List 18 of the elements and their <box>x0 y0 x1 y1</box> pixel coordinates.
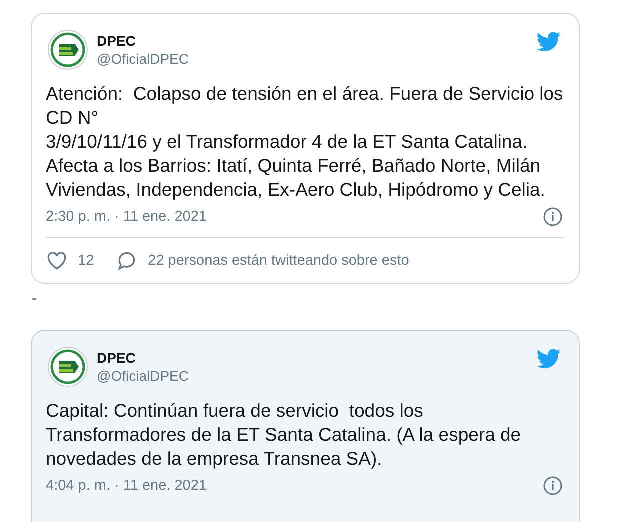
account-name[interactable]: DPEC <box>97 33 528 49</box>
account-name[interactable]: DPEC <box>97 350 528 366</box>
info-icon[interactable] <box>543 207 563 227</box>
tweet-text: Atención: Colapso de tensión en el área. Fuera de Servicio los CD N° 3/9/10/11/16 y el Transformador 4 de la ET Santa Catalina. Afecta a los Barrios: Itatí, Quinta Ferré, Bañado Norte, Milán Viviendas, Independencia, Ex-Aero Club, Hipódromo y Celia. <box>46 82 564 202</box>
timestamp[interactable]: 2:30 p. m. · 11 ene. 2021 <box>46 209 207 225</box>
info-icon[interactable] <box>543 476 563 496</box>
timestamp[interactable]: 4:04 p. m. · 11 ene. 2021 <box>46 478 207 494</box>
heart-icon <box>46 250 68 272</box>
bird-icon[interactable] <box>537 349 561 369</box>
dash-text: - <box>31 289 37 308</box>
logo-avatar-icon <box>48 30 88 70</box>
conversation-link[interactable]: 22 personas están twitteando sobre esto <box>116 250 410 272</box>
like-button[interactable]: 12 <box>46 250 94 272</box>
tweet-text: Capital: Continúan fuera de servicio todos los Transformadores de la ET Santa Catalina. (A la espera de novedades de la empresa Transnea SA). <box>46 399 522 471</box>
account-handle[interactable]: @OficialDPEC <box>97 368 528 384</box>
logo-avatar-icon <box>48 347 88 387</box>
account-handle[interactable]: @OficialDPEC <box>97 51 528 67</box>
bird-icon[interactable] <box>537 32 561 52</box>
